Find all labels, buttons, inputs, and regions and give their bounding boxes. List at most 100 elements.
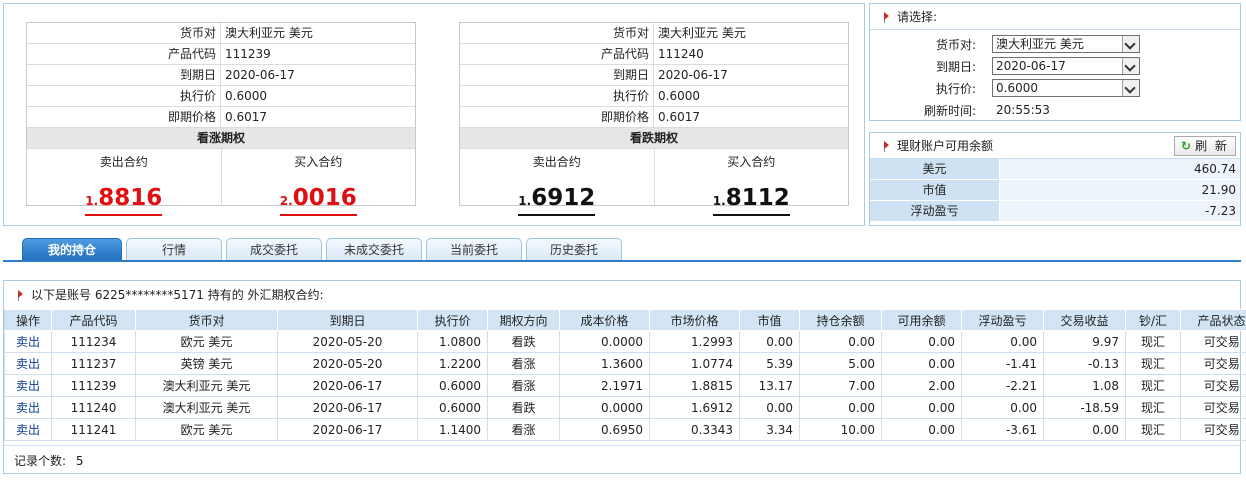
sell-contract-price[interactable]: 1.6912 xyxy=(518,185,596,216)
account-balance-panel: 理财账户可用余额 ↻ 刷 新 美元 460.74 市值 21.90 浮动盈亏 -7.23 xyxy=(869,132,1241,226)
table-cell: 0.00 xyxy=(881,330,962,353)
buy-contract-price[interactable]: 1.8112 xyxy=(712,185,790,216)
buy-price-prefix: 1. xyxy=(712,194,726,208)
tab-5[interactable]: 历史委托 xyxy=(526,238,622,261)
table-cell: 澳大利亚元 美元 xyxy=(135,396,278,419)
table-cell: 欧元 美元 xyxy=(135,418,278,441)
column-header: 期权方向 xyxy=(487,309,560,331)
table-cell: 1.6912 xyxy=(649,396,740,419)
table-row: 卖出 111240 澳大利亚元 美元 2020-06-17 0.6000 看跌 0.0000… xyxy=(4,396,1246,419)
table-cell: 0.00 xyxy=(739,330,800,353)
sell-contract-label: 卖出合约 xyxy=(99,155,148,169)
table-cell: 现汇 xyxy=(1125,330,1181,353)
currency-pair-select[interactable]: 澳大利亚元 美元 xyxy=(992,35,1140,53)
sell-contract-cell: 卖出合约 1.8816 xyxy=(27,149,221,216)
table-cell: 0.00 xyxy=(739,396,800,419)
table-cell: 0.0000 xyxy=(559,396,650,419)
account-row-value: 21.90 xyxy=(1000,180,1240,200)
chevron-down-icon xyxy=(1122,80,1139,96)
table-cell: 看涨 xyxy=(487,418,560,441)
table-cell: 0.0000 xyxy=(559,330,650,353)
buy-contract-price[interactable]: 2.0016 xyxy=(279,185,357,216)
chevron-down-icon xyxy=(1122,36,1139,52)
table-cell: 2.00 xyxy=(881,374,962,397)
column-header: 钞/汇 xyxy=(1125,309,1181,331)
table-cell: 0.00 xyxy=(961,330,1044,353)
option-type-header: 看涨期权 xyxy=(27,128,415,149)
buy-contract-cell: 买入合约 2.0016 xyxy=(220,149,416,216)
tab-3[interactable]: 未成交委托 xyxy=(326,238,422,261)
refresh-time-label: 刷新时间: xyxy=(923,103,976,118)
quote-prices: 卖出合约 1.6912 买入合约 1.8112 xyxy=(460,149,849,216)
table-cell: 111237 xyxy=(51,352,136,375)
table-cell: 0.6950 xyxy=(559,418,650,441)
table-cell: 111241 xyxy=(51,418,136,441)
tab-4[interactable]: 当前委托 xyxy=(426,238,522,261)
refresh-time-value: 20:55:53 xyxy=(996,103,1050,117)
table-cell: 看涨 xyxy=(487,374,560,397)
tab-2[interactable]: 成交委托 xyxy=(226,238,322,261)
quote-row-label: 产品代码 xyxy=(27,44,221,64)
tab-0[interactable]: 我的持仓 xyxy=(22,238,122,261)
table-cell: 可交易 xyxy=(1180,396,1246,419)
table-cell: -3.61 xyxy=(961,418,1044,441)
quote-row: 执行价 0.6000 xyxy=(460,86,848,107)
quote-row: 到期日 2020-06-17 xyxy=(27,65,415,86)
quote-row-value: 澳大利亚元 美元 xyxy=(658,26,746,40)
quote-row-label: 到期日 xyxy=(27,65,221,85)
table-cell: -2.21 xyxy=(961,374,1044,397)
sell-action-link[interactable]: 卖出 xyxy=(4,374,52,397)
column-header: 交易收益 xyxy=(1043,309,1126,331)
table-cell: 111239 xyxy=(51,374,136,397)
table-cell: 1.8815 xyxy=(649,374,740,397)
flag-icon xyxy=(884,10,897,24)
table-cell: 2.1971 xyxy=(559,374,650,397)
call-option-quote: 货币对 澳大利亚元 美元 产品代码 111239 到期日 2020-06-17 执行价 0.6… xyxy=(26,22,416,216)
column-header: 持仓余额 xyxy=(799,309,882,331)
table-cell: 可交易 xyxy=(1180,374,1246,397)
table-cell: 7.00 xyxy=(799,374,882,397)
sell-price-prefix: 1. xyxy=(85,194,99,208)
table-cell: 1.2993 xyxy=(649,330,740,353)
account-row-label: 浮动盈亏 xyxy=(870,201,1000,221)
column-header: 成本价格 xyxy=(559,309,650,331)
chevron-down-icon xyxy=(1122,58,1139,74)
buy-price-prefix: 2. xyxy=(279,194,293,208)
positions-title: 以下是账号 6225********5171 持有的 外汇期权合约: xyxy=(4,281,1240,309)
positions-table: 操作 产品代码 货币对 到期日 执行价 期权方向 成本价格 市场价格 市值 持仓余额 可用余额 浮动盈… xyxy=(4,309,1246,441)
strike-price-label: 执行价: xyxy=(935,81,976,96)
table-cell: 可交易 xyxy=(1180,330,1246,353)
strike-price-select[interactable]: 0.6000 xyxy=(992,79,1140,97)
quote-row: 货币对 澳大利亚元 美元 xyxy=(27,23,415,44)
table-cell: 0.00 xyxy=(881,418,962,441)
refresh-button[interactable]: ↻ 刷 新 xyxy=(1174,136,1236,156)
quote-row-value: 0.6000 xyxy=(225,89,267,103)
quote-row-label: 执行价 xyxy=(27,86,221,106)
quote-row-value: 2020-06-17 xyxy=(225,68,295,82)
table-cell: 2020-05-20 xyxy=(277,330,418,353)
sell-action-link[interactable]: 卖出 xyxy=(4,418,52,441)
buy-contract-cell: 买入合约 1.8112 xyxy=(653,149,849,216)
sell-action-link[interactable]: 卖出 xyxy=(4,396,52,419)
sell-action-link[interactable]: 卖出 xyxy=(4,352,52,375)
sell-contract-price[interactable]: 1.8816 xyxy=(85,185,163,216)
column-header: 操作 xyxy=(4,309,52,331)
quote-row: 到期日 2020-06-17 xyxy=(460,65,848,86)
expiry-date-select[interactable]: 2020-06-17 xyxy=(992,57,1140,75)
table-cell: 现汇 xyxy=(1125,374,1181,397)
record-count: 记录个数: 5 xyxy=(4,445,1240,475)
table-cell: 10.00 xyxy=(799,418,882,441)
tab-1[interactable]: 行情 xyxy=(126,238,222,261)
quote-row-label: 产品代码 xyxy=(460,44,654,64)
quote-row-label: 即期价格 xyxy=(27,107,221,127)
table-cell: 现汇 xyxy=(1125,352,1181,375)
table-cell: 1.0774 xyxy=(649,352,740,375)
table-cell: 2020-05-20 xyxy=(277,352,418,375)
account-row-label: 市值 xyxy=(870,180,1000,200)
sell-action-link[interactable]: 卖出 xyxy=(4,330,52,353)
expiry-date-label: 到期日: xyxy=(935,59,976,74)
sell-contract-cell: 卖出合约 1.6912 xyxy=(460,149,654,216)
quote-row-value: 111239 xyxy=(225,47,271,61)
table-cell: 5.39 xyxy=(739,352,800,375)
tab-bar: 我的持仓 行情 成交委托 未成交委托 当前委托 历史委托 xyxy=(22,238,626,261)
